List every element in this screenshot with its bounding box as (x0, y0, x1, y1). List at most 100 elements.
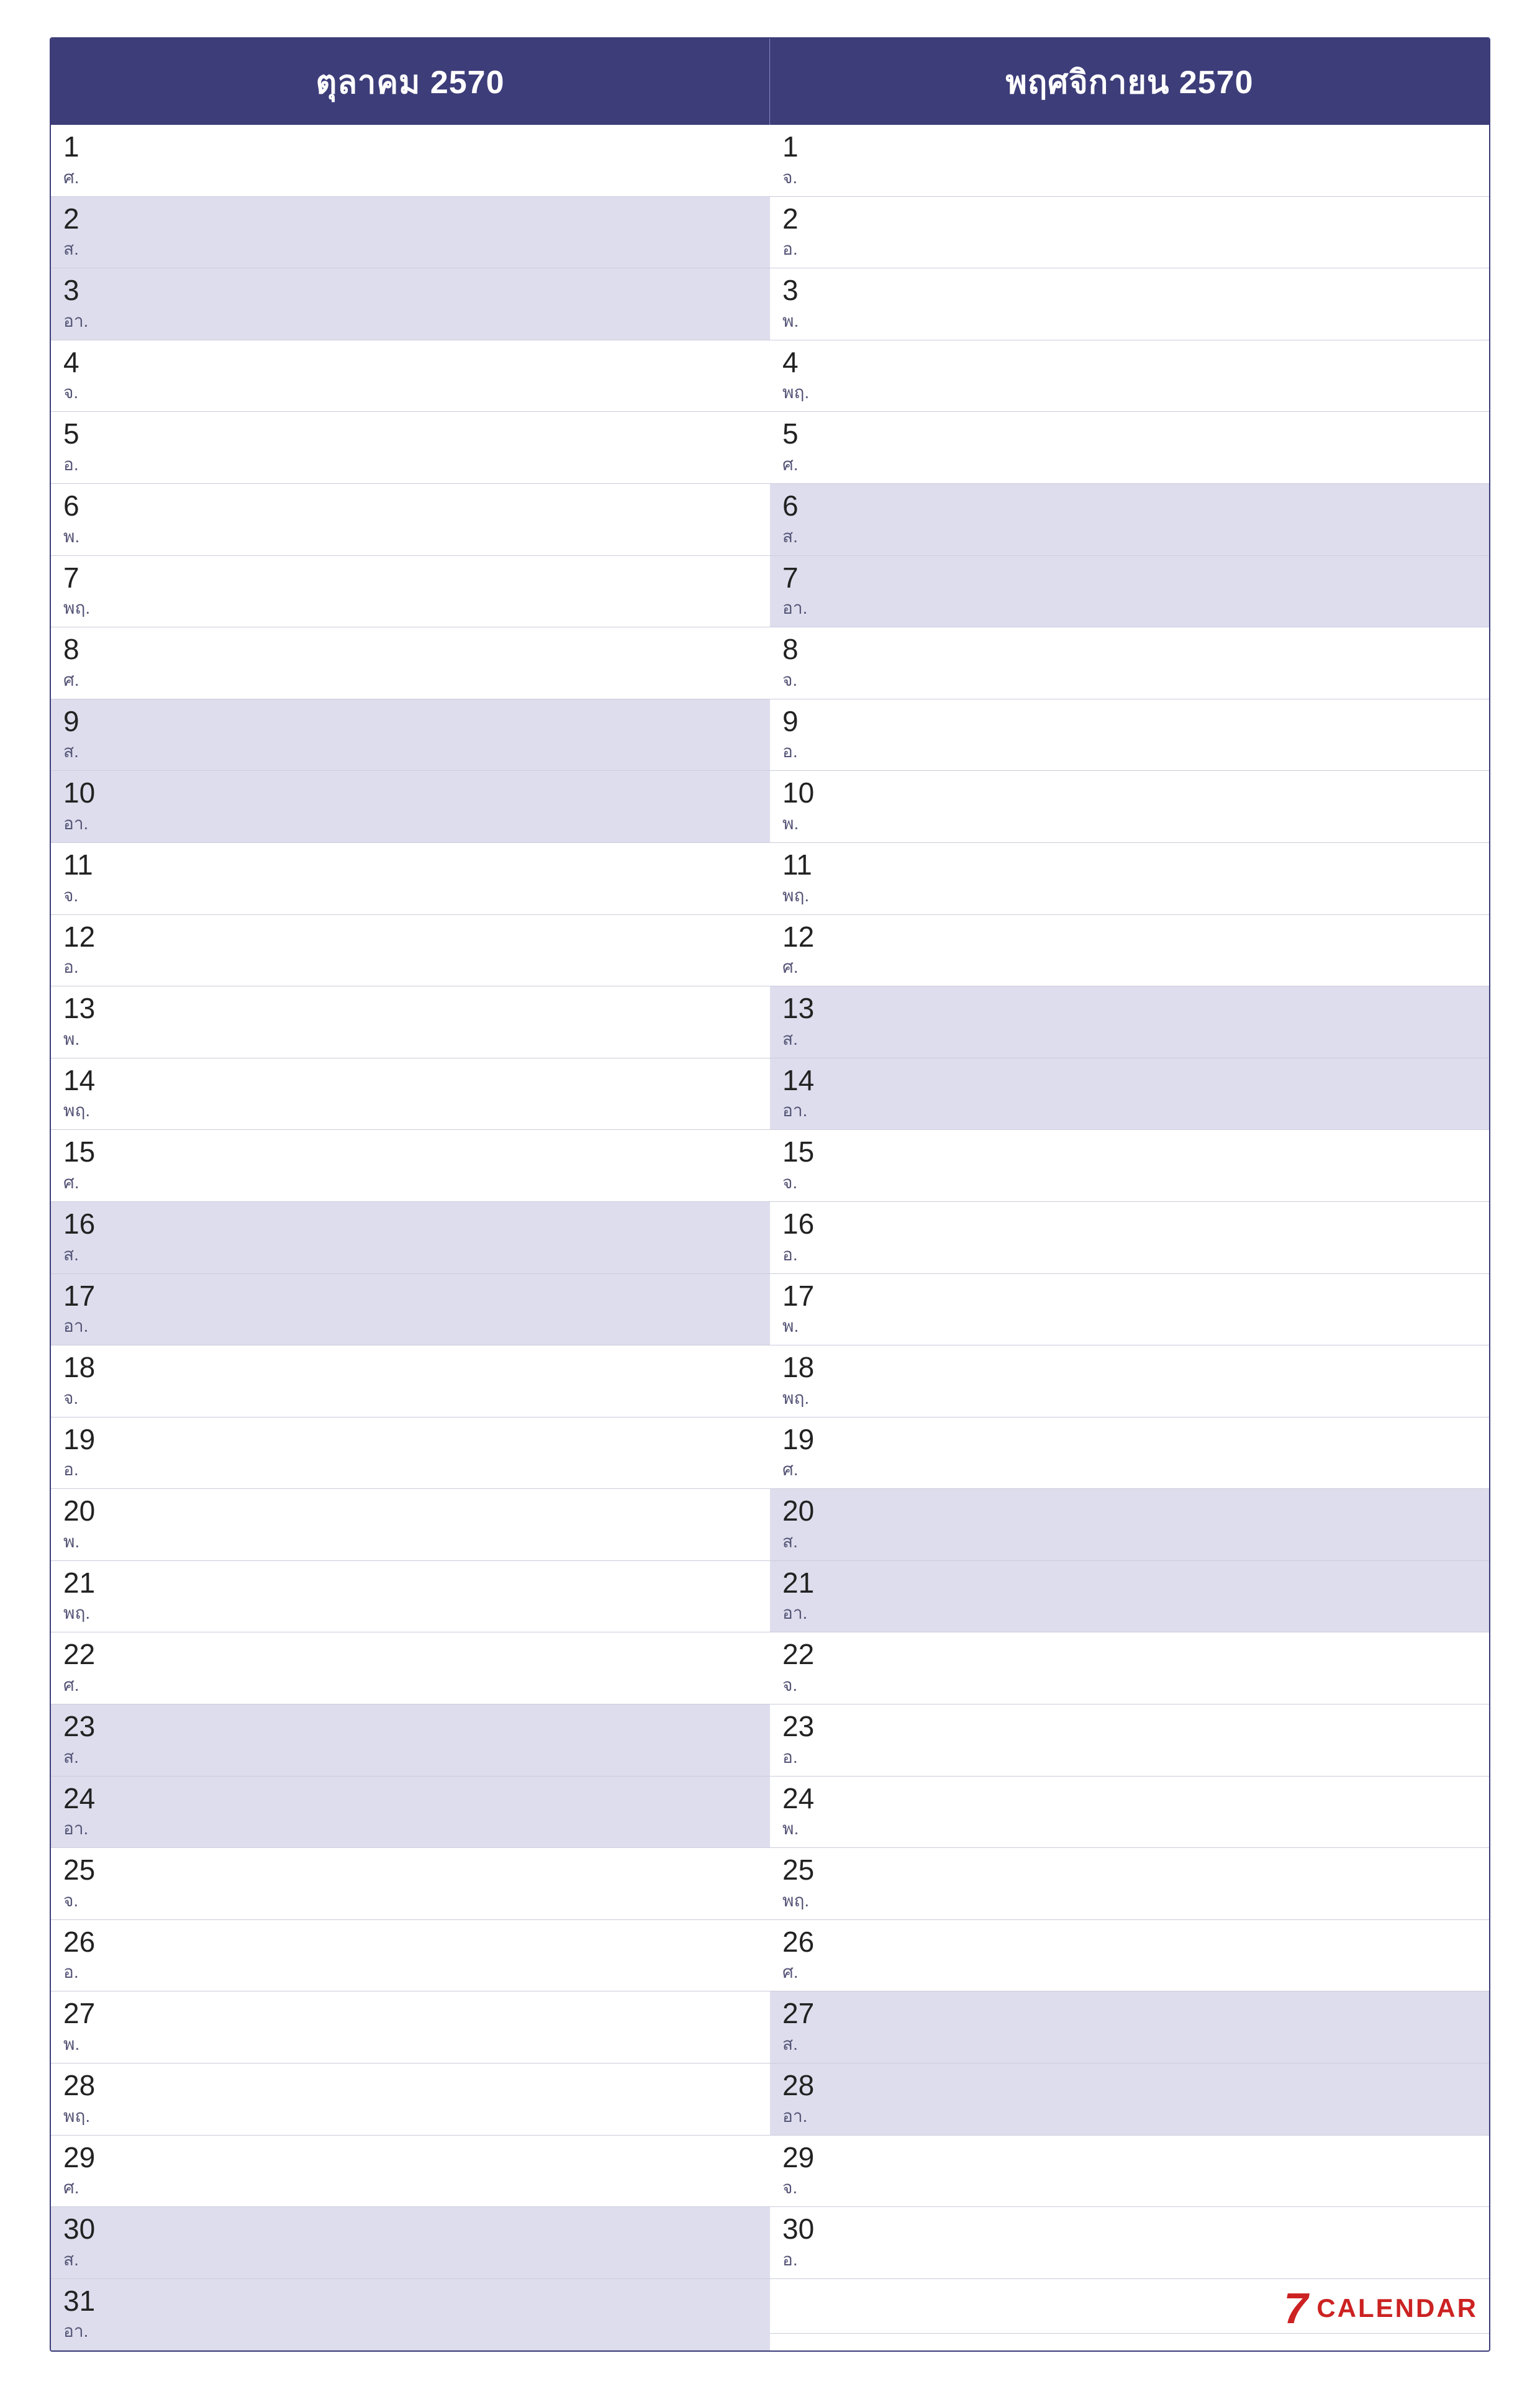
day-number: 13 (782, 993, 1477, 1024)
day-number: 1 (782, 131, 1477, 163)
day-row-m1-12: 13ส. (770, 986, 1489, 1058)
day-name: พฤ. (63, 2103, 758, 2130)
day-name: ส. (782, 1026, 1477, 1053)
day-number: 7 (63, 562, 758, 594)
day-number: 13 (63, 993, 758, 1024)
day-name: ศ. (63, 164, 758, 191)
day-row-m1-22: 23อ. (770, 1704, 1489, 1777)
day-name: อ. (63, 953, 758, 981)
day-row-m1-26: 27ส. (770, 1991, 1489, 2064)
day-row-m1-25: 26ศ. (770, 1920, 1489, 1992)
day-number: 7 (782, 562, 1477, 594)
day-row-m0-21: 22ศ. (51, 1632, 770, 1704)
day-row-m0-13: 14พฤ. (51, 1058, 770, 1131)
day-number: 26 (63, 1926, 758, 1958)
day-name: พฤ. (782, 882, 1477, 909)
day-number: 23 (63, 1711, 758, 1742)
day-name: อา. (782, 1599, 1477, 1627)
day-number: 24 (63, 1783, 758, 1814)
day-name: พฤ. (63, 1097, 758, 1124)
day-name: ส. (63, 235, 758, 263)
day-row-m1-18: 19ศ. (770, 1417, 1489, 1490)
day-name: อา. (63, 307, 758, 335)
day-number: 14 (782, 1065, 1477, 1096)
day-row-m0-24: 25จ. (51, 1848, 770, 1920)
day-row-m0-19: 20พ. (51, 1489, 770, 1561)
day-name: ส. (782, 1528, 1477, 1555)
day-number: 4 (782, 347, 1477, 378)
day-number: 2 (63, 203, 758, 235)
day-name: จ. (782, 667, 1477, 694)
day-number: 14 (63, 1065, 758, 1096)
day-row-m0-7: 8ศ. (51, 627, 770, 699)
day-number: 22 (63, 1639, 758, 1670)
day-name: อ. (63, 1959, 758, 1986)
day-number: 5 (782, 418, 1477, 450)
day-number: 28 (63, 2070, 758, 2101)
day-row-m1-11: 12ศ. (770, 915, 1489, 987)
day-row-m0-10: 11จ. (51, 843, 770, 915)
day-name: อ. (782, 738, 1477, 765)
day-number: 30 (782, 2213, 1477, 2245)
day-number: 15 (63, 1136, 758, 1168)
day-name: ส. (63, 1744, 758, 1771)
day-name: พ. (63, 1026, 758, 1053)
day-number: 10 (782, 777, 1477, 809)
day-name: อา. (63, 2318, 758, 2345)
day-number: 18 (63, 1352, 758, 1383)
day-name: พ. (63, 2031, 758, 2058)
day-row-m1-4: 5ศ. (770, 412, 1489, 484)
day-row-m0-28: 29ศ. (51, 2136, 770, 2208)
day-row-m0-9: 10อา. (51, 771, 770, 843)
day-name: ศ. (782, 1456, 1477, 1483)
day-row-m1-8: 9อ. (770, 699, 1489, 771)
day-number: 25 (782, 1854, 1477, 1886)
day-row-m0-26: 27พ. (51, 1991, 770, 2064)
day-name: พฤ. (782, 379, 1477, 406)
day-name: ศ. (782, 953, 1477, 981)
day-number: 9 (782, 706, 1477, 737)
day-name: พ. (782, 307, 1477, 335)
day-row-m0-29: 30ส. (51, 2207, 770, 2279)
day-name: จ. (63, 1887, 758, 1914)
logo-icon: 7 (1284, 2283, 1308, 2333)
day-number: 25 (63, 1854, 758, 1886)
day-name: พ. (782, 1313, 1477, 1340)
day-row-m1-6: 7อา. (770, 556, 1489, 628)
day-name: ศ. (63, 667, 758, 694)
calendar-grid: ตุลาคม 2570พฤศจิกายน 25701ศ.2ส.3อา.4จ.5อ… (50, 37, 1490, 2352)
day-name: จ. (63, 1385, 758, 1412)
day-number: 5 (63, 418, 758, 450)
day-number: 26 (782, 1926, 1477, 1958)
day-row-m1-13: 14อา. (770, 1058, 1489, 1131)
day-row-m1-14: 15จ. (770, 1130, 1489, 1202)
day-number: 17 (63, 1280, 758, 1312)
day-row-m0-4: 5อ. (51, 412, 770, 484)
day-name: อา. (782, 1097, 1477, 1124)
day-row-m0-15: 16ส. (51, 1202, 770, 1274)
day-name: ส. (782, 2031, 1477, 2058)
day-number: 30 (63, 2213, 758, 2245)
day-row-m0-16: 17อา. (51, 1274, 770, 1346)
day-row-m0-17: 18จ. (51, 1345, 770, 1417)
day-row-m1-5: 6ส. (770, 484, 1489, 556)
day-name: จ. (63, 882, 758, 909)
day-number: 31 (63, 2285, 758, 2317)
day-name: พ. (782, 810, 1477, 837)
month-header-1: พฤศจิกายน 2570 (770, 39, 1489, 125)
day-row-m0-6: 7พฤ. (51, 556, 770, 628)
day-name: ส. (782, 523, 1477, 550)
day-number: 28 (782, 2070, 1477, 2101)
day-number: 20 (63, 1495, 758, 1527)
day-row-m0-11: 12อ. (51, 915, 770, 987)
day-number: 23 (782, 1711, 1477, 1742)
day-row-m1-10: 11พฤ. (770, 843, 1489, 915)
day-row-m1-7: 8จ. (770, 627, 1489, 699)
day-name: อ. (782, 235, 1477, 263)
day-number: 22 (782, 1639, 1477, 1670)
day-row-m1-1: 2อ. (770, 197, 1489, 269)
day-row-m1-2: 3พ. (770, 268, 1489, 340)
day-row-m0-22: 23ส. (51, 1704, 770, 1777)
day-name: ส. (63, 1241, 758, 1268)
day-name: พฤ. (782, 1887, 1477, 1914)
